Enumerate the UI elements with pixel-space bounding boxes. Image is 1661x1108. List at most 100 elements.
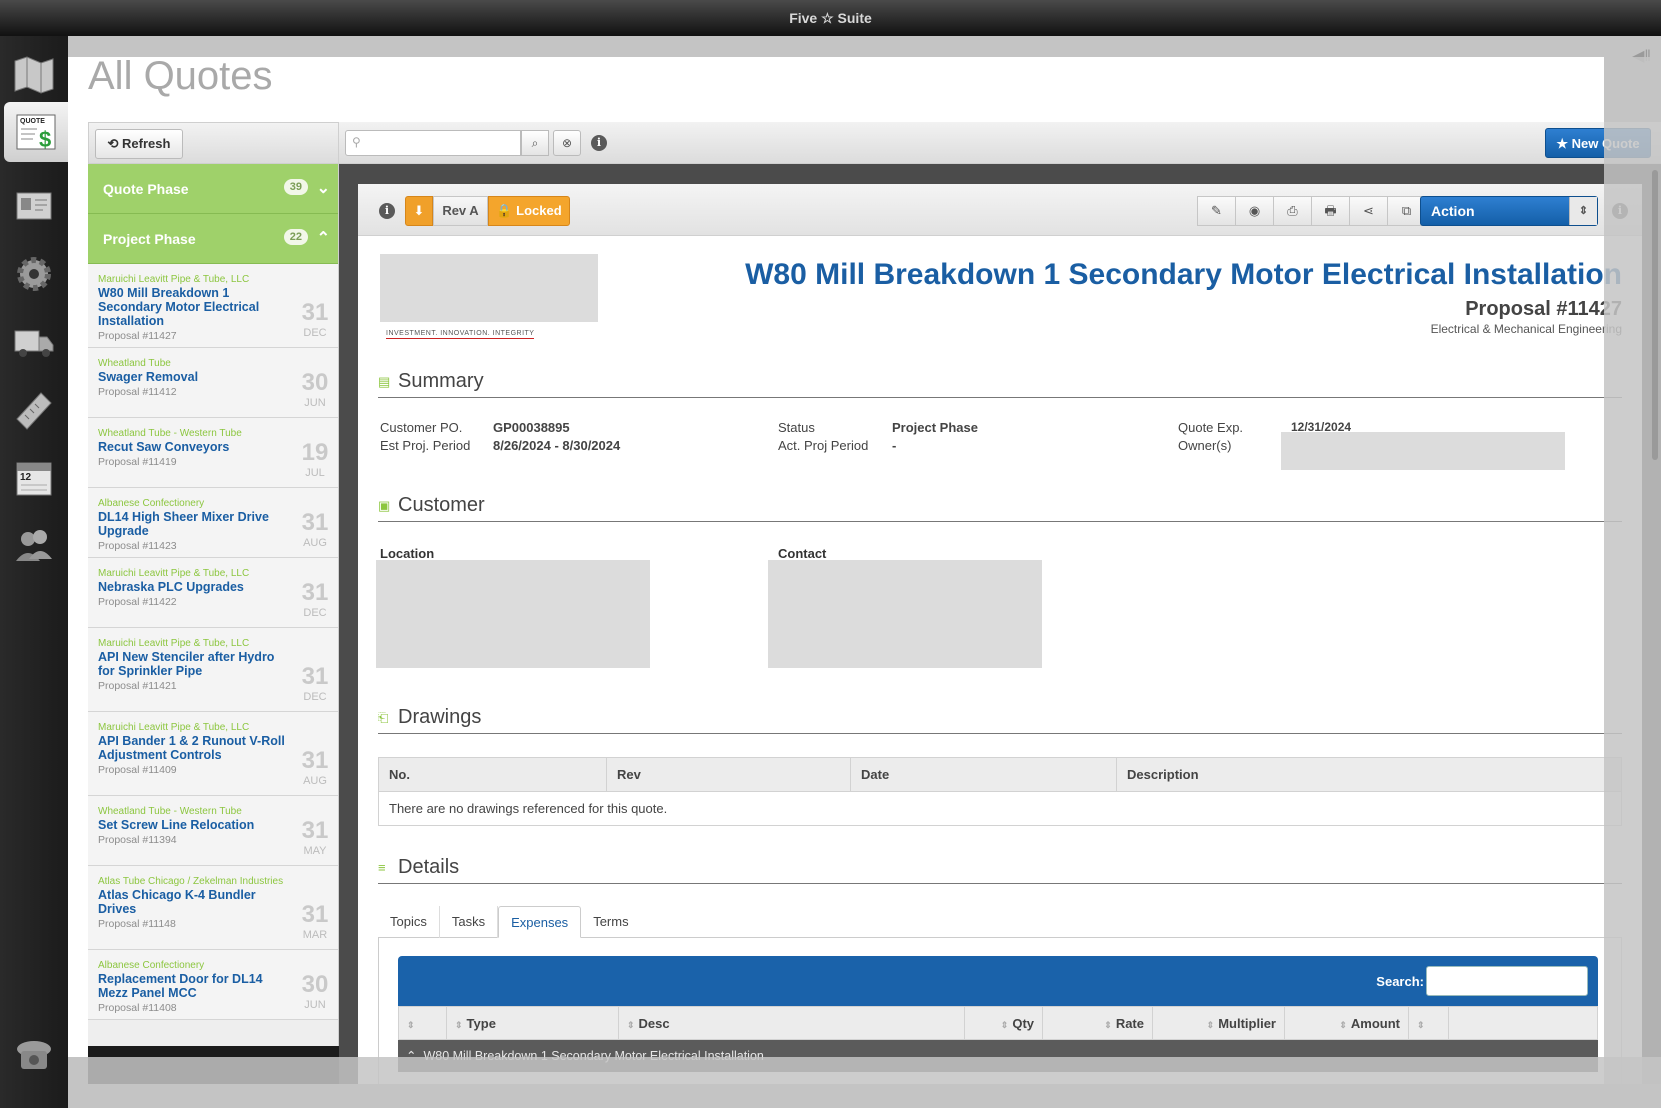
est-period-value: 8/26/2024 - 8/30/2024 bbox=[493, 438, 621, 453]
col-no[interactable]: No. bbox=[378, 757, 607, 792]
col-rev[interactable]: Rev bbox=[606, 757, 851, 792]
action-select[interactable]: Action ⇕ bbox=[1420, 196, 1598, 226]
expenses-search-label: Search: bbox=[1376, 974, 1424, 989]
search-input[interactable]: ⚲ bbox=[345, 130, 521, 156]
search-button[interactable]: ⌕ bbox=[521, 130, 549, 156]
col-rate[interactable]: ⇕ Rate bbox=[1043, 1007, 1153, 1039]
quote-list-item[interactable]: Wheatland Tube - Western Tube Recut Saw C… bbox=[88, 418, 338, 488]
quote-proposal: Proposal #11419 bbox=[98, 456, 177, 468]
quote-nav-icon[interactable]: QUOTE $ bbox=[4, 102, 68, 162]
sort-icon: ⇕ bbox=[1417, 1020, 1425, 1030]
quote-list-item[interactable]: Albanese Confectionery DL14 High Sheer Mi… bbox=[88, 488, 338, 558]
quote-due-day: 31 bbox=[301, 663, 329, 690]
col-actions[interactable]: ⇕ bbox=[1409, 1007, 1449, 1039]
quote-due-day: 31 bbox=[301, 747, 329, 774]
quote-due-day: 31 bbox=[301, 509, 329, 536]
company-logo bbox=[380, 254, 598, 322]
col-multiplier-label: Multiplier bbox=[1218, 1016, 1276, 1031]
document-scrollbar[interactable] bbox=[1652, 170, 1658, 460]
col-type[interactable]: ⇕ Type bbox=[447, 1007, 619, 1039]
sort-icon: ⇕ bbox=[407, 1020, 415, 1030]
col-date[interactable]: Date bbox=[850, 757, 1117, 792]
quote-due-day: 31 bbox=[301, 901, 329, 928]
print-icon[interactable]: 🖶 bbox=[1311, 196, 1350, 226]
refresh-button[interactable]: ⟲ Refresh bbox=[95, 129, 183, 159]
expenses-search-input[interactable] bbox=[1426, 966, 1588, 996]
col-desc-label: Desc bbox=[638, 1016, 670, 1031]
col-multiplier[interactable]: ⇕ Multiplier bbox=[1153, 1007, 1285, 1039]
view-icon[interactable]: ◉ bbox=[1235, 196, 1274, 226]
share-icon[interactable]: ⋖ bbox=[1349, 196, 1388, 226]
ruler-nav-icon[interactable] bbox=[6, 382, 62, 438]
quote-proposal: Proposal #11421 bbox=[98, 680, 177, 692]
drawings-heading-text: Drawings bbox=[398, 706, 482, 728]
quote-list-item[interactable]: Wheatland Tube Swager Removal Proposal #11… bbox=[88, 348, 338, 418]
quote-due-month: JUL bbox=[305, 467, 325, 479]
col-qty[interactable]: ⇕ Qty bbox=[965, 1007, 1043, 1039]
owners-redacted bbox=[1281, 432, 1565, 470]
tab-expenses[interactable]: Expenses bbox=[498, 906, 582, 938]
settings-nav-icon[interactable] bbox=[6, 246, 62, 302]
tab-tasks[interactable]: Tasks bbox=[440, 906, 499, 938]
info-icon[interactable]: i bbox=[591, 135, 607, 151]
phase-header-quote[interactable]: Quote Phase 39 ⌄ bbox=[88, 164, 338, 214]
calendar-nav-icon[interactable]: 12 bbox=[6, 450, 62, 506]
quote-proposal: Proposal #11408 bbox=[98, 1002, 177, 1014]
quote-list-item[interactable]: Maruichi Leavitt Pipe & Tube, LLC W80 Mil… bbox=[88, 264, 338, 348]
chevron-down-icon[interactable]: ⌄ bbox=[317, 178, 330, 198]
quote-due-month: JUN bbox=[304, 999, 326, 1011]
quote-due-month: DEC bbox=[303, 327, 327, 339]
edit-icon[interactable]: ✎ bbox=[1197, 196, 1236, 226]
chevron-up-icon[interactable]: ⌃ bbox=[317, 228, 330, 248]
quote-list-item[interactable]: Atlas Tube Chicago / Zekelman Industries… bbox=[88, 866, 338, 950]
location-label: Location bbox=[380, 546, 435, 561]
phone-nav-icon[interactable] bbox=[6, 1026, 62, 1082]
act-period-label: Act. Proj Period bbox=[778, 438, 869, 453]
quote-customer: Maruichi Leavitt Pipe & Tube, LLC bbox=[98, 722, 250, 733]
revision-down-button[interactable]: ⬇ bbox=[405, 196, 433, 226]
quote-proposal: Proposal #11423 bbox=[98, 540, 177, 552]
phase-count-badge: 22 bbox=[283, 229, 308, 245]
map-nav-icon[interactable] bbox=[6, 46, 62, 102]
locked-button[interactable]: 🔒 Locked bbox=[488, 196, 570, 226]
tab-topics[interactable]: Topics bbox=[378, 906, 440, 938]
tab-terms[interactable]: Terms bbox=[581, 906, 640, 938]
quote-customer: Maruichi Leavitt Pipe & Tube, LLC bbox=[98, 274, 250, 285]
quote-proposal: Proposal #11422 bbox=[98, 596, 177, 608]
quote-list-item[interactable]: Albanese Confectionery Replacement Door f… bbox=[88, 950, 338, 1020]
sort-icon: ⇕ bbox=[1000, 1020, 1009, 1030]
customer-heading-text: Customer bbox=[398, 494, 485, 516]
customer-po-label: Customer PO. bbox=[380, 420, 463, 435]
clear-search-button[interactable]: ⊗ bbox=[553, 130, 581, 156]
quote-list-item[interactable]: Wheatland Tube - Western Tube Set Screw L… bbox=[88, 796, 338, 866]
users-nav-icon[interactable] bbox=[6, 518, 62, 574]
doc-info-icon[interactable]: i bbox=[379, 203, 395, 219]
col-description[interactable]: Description bbox=[1116, 757, 1622, 792]
expenses-header-bar: Search: bbox=[398, 956, 1598, 1006]
quote-title: API New Stenciler after Hydro for Sprink… bbox=[98, 650, 275, 678]
quote-due-day: 31 bbox=[301, 299, 329, 326]
locked-label: Locked bbox=[516, 203, 562, 218]
quote-proposal: Proposal #11412 bbox=[98, 386, 177, 398]
truck-nav-icon[interactable] bbox=[6, 314, 62, 370]
quote-list-item[interactable]: Maruichi Leavitt Pipe & Tube, LLC API New… bbox=[88, 628, 338, 712]
col-type-label: Type bbox=[466, 1016, 496, 1031]
logo-tagline: INVESTMENT. INNOVATION. INTEGRITY bbox=[386, 330, 535, 339]
phase-header-project[interactable]: Project Phase 22 ⌃ bbox=[88, 214, 338, 264]
col-expand[interactable]: ⇕ bbox=[399, 1007, 447, 1039]
quote-due-day: 31 bbox=[301, 817, 329, 844]
action-label: Action bbox=[1431, 203, 1475, 219]
phase-label: Quote Phase bbox=[103, 181, 189, 197]
quote-list-item[interactable]: Maruichi Leavitt Pipe & Tube, LLC API Ban… bbox=[88, 712, 338, 796]
quote-due-day: 30 bbox=[301, 369, 329, 396]
col-desc[interactable]: ⇕ Desc bbox=[619, 1007, 965, 1039]
quote-list-item[interactable]: Maruichi Leavitt Pipe & Tube, LLC Nebrask… bbox=[88, 558, 338, 628]
col-amount[interactable]: ⇕ Amount bbox=[1285, 1007, 1409, 1039]
quote-proposal: Proposal #11394 bbox=[98, 834, 177, 846]
save-icon[interactable]: ⎙ bbox=[1273, 196, 1312, 226]
contacts-nav-icon[interactable] bbox=[6, 178, 62, 234]
col-qty-label: Qty bbox=[1012, 1016, 1034, 1031]
left-nav: QUOTE $ 12 bbox=[0, 36, 68, 1108]
svg-text:12: 12 bbox=[20, 472, 32, 483]
svg-text:QUOTE: QUOTE bbox=[20, 118, 45, 125]
